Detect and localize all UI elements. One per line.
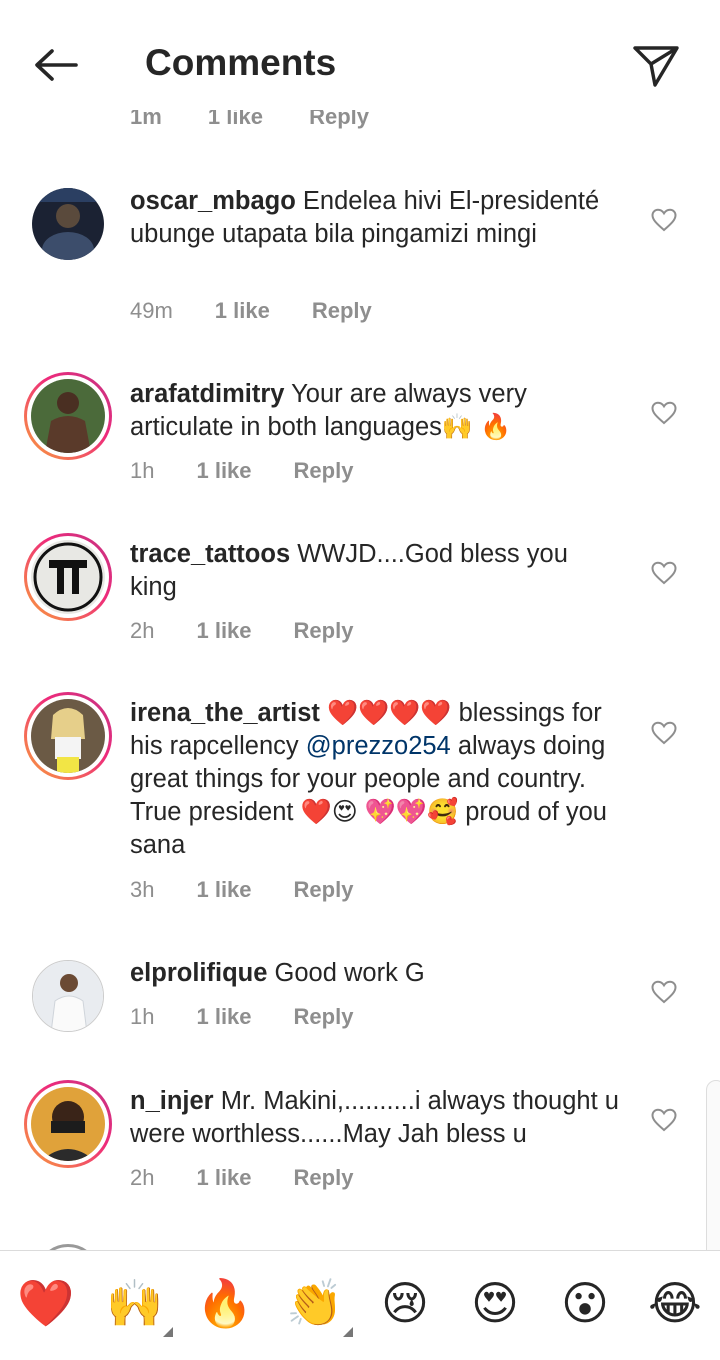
emoji-fire-button[interactable]: 🔥: [195, 1273, 255, 1333]
page-title: Comments: [145, 42, 337, 83]
comment-username[interactable]: arafatdimitry: [130, 380, 284, 408]
comment-likes[interactable]: 1 like: [196, 458, 251, 484]
heart-outline-icon[interactable]: [651, 561, 677, 585]
comment-meta: 3h 1 like Reply: [130, 877, 353, 903]
avatar[interactable]: [32, 188, 104, 260]
comment-text: arafatdimitry Your are always very artic…: [130, 378, 620, 444]
emoji-raising-hands-glyph: 🙌: [106, 1277, 164, 1329]
comment-likes[interactable]: 1 like: [215, 298, 270, 324]
comment-meta: 2h 1 like Reply: [130, 1165, 353, 1191]
heart-outline-icon[interactable]: [651, 208, 677, 232]
avatar[interactable]: [24, 533, 112, 621]
comment-text: irena_the_artist ❤️❤️❤️❤️ blessings for …: [130, 697, 620, 862]
comment-username[interactable]: elprolifique: [130, 959, 267, 987]
heart-outline-icon[interactable]: [651, 721, 677, 745]
comment-time: 1h: [130, 458, 155, 483]
comment-likes[interactable]: 1 like: [196, 618, 251, 644]
comment-username[interactable]: trace_tattoos: [130, 540, 290, 568]
comment-body: Good work G: [274, 959, 425, 987]
share-button[interactable]: [628, 38, 684, 94]
heart-outline-icon[interactable]: [651, 980, 677, 1004]
reply-button[interactable]: Reply: [294, 1165, 354, 1191]
comment-meta: 2h 1 like Reply: [130, 618, 353, 644]
reply-button[interactable]: Reply: [294, 458, 354, 484]
comment-meta: 1h 1 like Reply: [130, 1004, 353, 1030]
comment-text: n_injer Mr. Makini,..........i always th…: [130, 1085, 620, 1151]
comment-likes[interactable]: 1 like: [196, 1004, 251, 1030]
send-paper-plane-icon: [633, 46, 679, 87]
comment-username[interactable]: oscar_mbago: [130, 187, 296, 215]
comment-username[interactable]: irena_the_artist: [130, 699, 320, 727]
comment-meta: 49m 1 like Reply: [130, 298, 372, 324]
emoji-quick-bar: ❤️ 🙌 🔥 👏 😢 😍 😮 😂: [0, 1250, 720, 1360]
skin-tone-indicator-icon: [163, 1327, 173, 1337]
comment-time: 1h: [130, 1004, 155, 1029]
comment-emojis: ❤️😍 💖💖🥰: [300, 798, 459, 826]
comment-time: 2h: [130, 1165, 155, 1190]
avatar[interactable]: [24, 692, 112, 780]
comment-likes[interactable]: 1 like: [196, 1165, 251, 1191]
comment-text: elprolifique Good work G: [130, 957, 620, 990]
arrow-left-icon: [35, 49, 78, 81]
comments-list[interactable]: 1m 1 like Reply oscar_mbago Endelea hivi…: [0, 0, 720, 1250]
reply-button[interactable]: Reply: [294, 877, 354, 903]
reply-button[interactable]: Reply: [294, 1004, 354, 1030]
emoji-clapping-glyph: 👏: [286, 1277, 344, 1329]
app-header: Comments: [0, 0, 720, 110]
comment-time: 3h: [130, 877, 155, 902]
comment-text: oscar_mbago Endelea hivi El-presidenté u…: [130, 185, 620, 251]
avatar[interactable]: [24, 372, 112, 460]
comment-emojis: 🙌 🔥: [441, 413, 512, 441]
mention-link[interactable]: @prezzo254: [306, 732, 451, 760]
avatar[interactable]: [32, 960, 104, 1032]
comment-time: 2h: [130, 618, 155, 643]
comment-emojis: ❤️❤️❤️❤️: [327, 699, 452, 727]
emoji-raising-hands-button[interactable]: 🙌: [105, 1273, 173, 1337]
emoji-clapping-button[interactable]: 👏: [285, 1273, 353, 1337]
comment-meta: 1h 1 like Reply: [130, 458, 353, 484]
reply-button[interactable]: Reply: [294, 618, 354, 644]
reply-button[interactable]: Reply: [312, 298, 372, 324]
emoji-surprised-button[interactable]: 😮: [555, 1273, 615, 1333]
heart-outline-icon[interactable]: [651, 1108, 677, 1132]
avatar[interactable]: [24, 1080, 112, 1168]
emoji-laughing-button[interactable]: 😂: [645, 1273, 705, 1333]
heart-outline-icon[interactable]: [651, 401, 677, 425]
emoji-heart-eyes-button[interactable]: 😍: [465, 1273, 525, 1333]
back-button[interactable]: [28, 40, 84, 90]
comment-text: trace_tattoos WWJD....God bless you king: [130, 538, 620, 604]
skin-tone-indicator-icon: [343, 1327, 353, 1337]
comment-time: 49m: [130, 298, 173, 323]
emoji-crying-button[interactable]: 😢: [375, 1273, 435, 1333]
comment-username[interactable]: n_injer: [130, 1087, 214, 1115]
emoji-heart-button[interactable]: ❤️: [16, 1273, 76, 1333]
comment-likes[interactable]: 1 like: [196, 877, 251, 903]
